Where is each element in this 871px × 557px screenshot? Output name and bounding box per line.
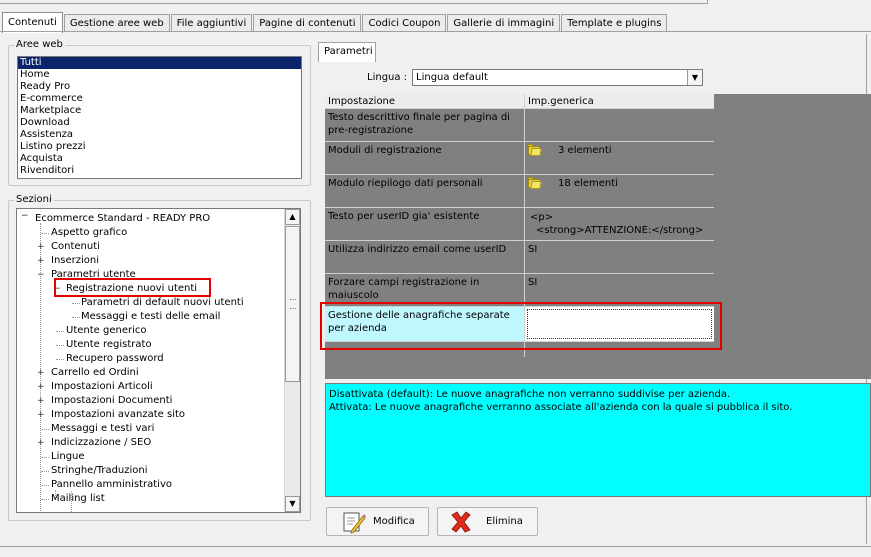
list-item-listino-prezzi[interactable]: Listino prezzi: [18, 141, 301, 153]
list-item-tutti[interactable]: Tutti: [18, 57, 301, 69]
chevron-down-icon[interactable]: ▼: [687, 70, 702, 85]
elimina-label: Elimina: [486, 516, 523, 527]
tree-node-contenuti[interactable]: Contenuti: [51, 240, 100, 254]
highlight-registrazione: [54, 278, 211, 297]
edit-icon: [343, 512, 366, 534]
col-imp-generica: Imp.generica: [528, 96, 594, 107]
table-row[interactable]: Modulo riepilogo dati personali 18 eleme…: [325, 175, 714, 208]
tree-node-lingue[interactable]: Lingue: [51, 450, 85, 464]
tab-contenuti[interactable]: Contenuti: [2, 12, 63, 33]
lingua-value: Lingua default: [416, 72, 488, 83]
list-item-e-commerce[interactable]: E-commerce: [18, 93, 301, 105]
list-item-home[interactable]: Home: [18, 69, 301, 81]
list-item-assistenza[interactable]: Assistenza: [18, 129, 301, 141]
elimina-button[interactable]: Elimina: [437, 507, 538, 536]
scroll-thumb[interactable]: [285, 226, 300, 382]
tab-gallerie-di-immagini[interactable]: Gallerie di immagini: [447, 14, 561, 32]
lingua-label: Lingua :: [367, 72, 408, 83]
expand-icon[interactable]: +: [37, 383, 45, 392]
modifica-button[interactable]: Modifica: [326, 507, 429, 536]
sezioni-legend: Sezioni: [14, 194, 54, 206]
row-value: 18 elementi: [558, 178, 618, 189]
tree-node-utente-registrato[interactable]: Utente registrato: [66, 338, 152, 352]
table-row[interactable]: Moduli di registrazione 3 elementi: [325, 142, 714, 175]
row-name: Utilizza indirizzo email come userID: [325, 241, 525, 273]
col-impostazione: Impostazione: [325, 94, 525, 108]
modifica-label: Modifica: [373, 516, 415, 527]
tree-node-impostazioni-articoli[interactable]: Impostazioni Articoli: [51, 380, 153, 394]
tree-node-pannello-amministrativo[interactable]: Pannello amministrativo: [51, 478, 172, 492]
row-name: Moduli di registrazione: [325, 142, 525, 174]
expand-icon[interactable]: +: [37, 439, 45, 448]
tree-node-inserzioni[interactable]: Inserzioni: [51, 254, 99, 268]
table-row[interactable]: Testo descrittivo finale per pagina di p…: [325, 109, 714, 142]
table-row[interactable]: Utilizza indirizzo email come userID SI: [325, 241, 714, 274]
collapse-icon[interactable]: −: [37, 271, 45, 280]
lingua-select[interactable]: Lingua default ▼: [412, 69, 703, 86]
tab-parametri[interactable]: Parametri: [318, 42, 376, 62]
scroll-up-icon[interactable]: ▲: [285, 209, 300, 225]
desc-disattivata: Disattivata (default): Le nuove anagrafi…: [329, 389, 731, 400]
list-item-rivenditori[interactable]: Rivenditori: [18, 165, 301, 177]
sezioni-tree[interactable]: − Ecommerce Standard - READY PRO Aspetto…: [16, 208, 301, 513]
delete-icon: [451, 511, 471, 533]
row-value: <p>: [530, 212, 554, 223]
tree-scrollbar[interactable]: ▲ ▼: [284, 209, 300, 512]
row-name: Testo per userID gia' esistente: [325, 208, 525, 240]
folder-icon: [528, 177, 542, 189]
tree-node-messaggi-testi-vari[interactable]: Messaggi e testi vari: [51, 422, 154, 436]
tree-node-messaggi-email[interactable]: Messaggi e testi delle email: [81, 310, 220, 324]
list-item-download[interactable]: Download: [18, 117, 301, 129]
tab-gestione-aree-web[interactable]: Gestione aree web: [63, 14, 170, 32]
row-value: SI: [528, 244, 538, 255]
tree-node-parametri-default[interactable]: Parametri di default nuovi utenti: [81, 296, 244, 310]
collapse-icon[interactable]: −: [21, 212, 29, 221]
tree-node-utente-generico[interactable]: Utente generico: [66, 324, 146, 338]
expand-icon[interactable]: +: [37, 397, 45, 406]
folder-icon: [528, 144, 542, 156]
tree-node-stringhe-traduzioni[interactable]: Stringhe/Traduzioni: [51, 464, 148, 478]
aree-web-list[interactable]: Tutti Home Ready Pro E-commerce Marketpl…: [17, 56, 302, 179]
row-value: 3 elementi: [558, 145, 612, 156]
list-item-acquista[interactable]: Acquista: [18, 153, 301, 165]
tab-template-e-plugins[interactable]: Template e plugins: [561, 14, 668, 32]
grid-header: Impostazione Imp.generica: [325, 94, 714, 109]
row-value: [525, 109, 714, 141]
bottom-divider: [0, 546, 871, 547]
tree-node-carrello-ordini[interactable]: Carrello ed Ordini: [51, 366, 139, 380]
tree-node-impostazioni-avanzate[interactable]: Impostazioni avanzate sito: [51, 408, 185, 422]
tree-node-indicizzazione-seo[interactable]: Indicizzazione / SEO: [51, 436, 151, 450]
row-name: Testo descrittivo finale per pagina di p…: [325, 109, 525, 141]
aree-web-legend: Aree web: [14, 39, 65, 51]
tree-node-mailing-list[interactable]: Mailing list: [51, 492, 105, 506]
tree-node-recupero-password[interactable]: Recupero password: [66, 352, 164, 366]
tree-node-aspetto-grafico[interactable]: Aspetto grafico: [51, 226, 127, 240]
description-panel: Disattivata (default): Le nuove anagrafi…: [325, 383, 871, 497]
expand-icon[interactable]: +: [37, 243, 45, 252]
table-row[interactable]: Testo per userID gia' esistente <p> <str…: [325, 208, 714, 241]
desc-attivata: Attivata: Le nuove anagrafiche verranno …: [329, 402, 793, 413]
expand-icon[interactable]: +: [37, 369, 45, 378]
tab-pagine-di-contenuti[interactable]: Pagine di contenuti: [253, 14, 362, 32]
tree-node-root[interactable]: Ecommerce Standard - READY PRO: [35, 212, 210, 226]
expand-icon[interactable]: +: [37, 411, 45, 420]
scroll-down-icon[interactable]: ▼: [285, 496, 300, 512]
tab-underline: [0, 31, 871, 32]
window-top-edge: [0, 0, 871, 6]
expand-icon[interactable]: +: [37, 257, 45, 266]
tree-node-impostazioni-documenti[interactable]: Impostazioni Documenti: [51, 394, 172, 408]
main-tabs: Contenuti Gestione aree web File aggiunt…: [2, 12, 668, 33]
highlight-gestione-anagrafiche: [320, 302, 722, 350]
tab-file-aggiuntivi[interactable]: File aggiuntivi: [170, 14, 253, 32]
row-name: Modulo riepilogo dati personali: [325, 175, 525, 207]
row-value-line2: <strong>ATTENZIONE:</strong>: [536, 225, 704, 236]
list-item-marketplace[interactable]: Marketplace: [18, 105, 301, 117]
list-item-ready-pro[interactable]: Ready Pro: [18, 81, 301, 93]
tab-codici-coupon[interactable]: Codici Coupon: [362, 14, 447, 32]
